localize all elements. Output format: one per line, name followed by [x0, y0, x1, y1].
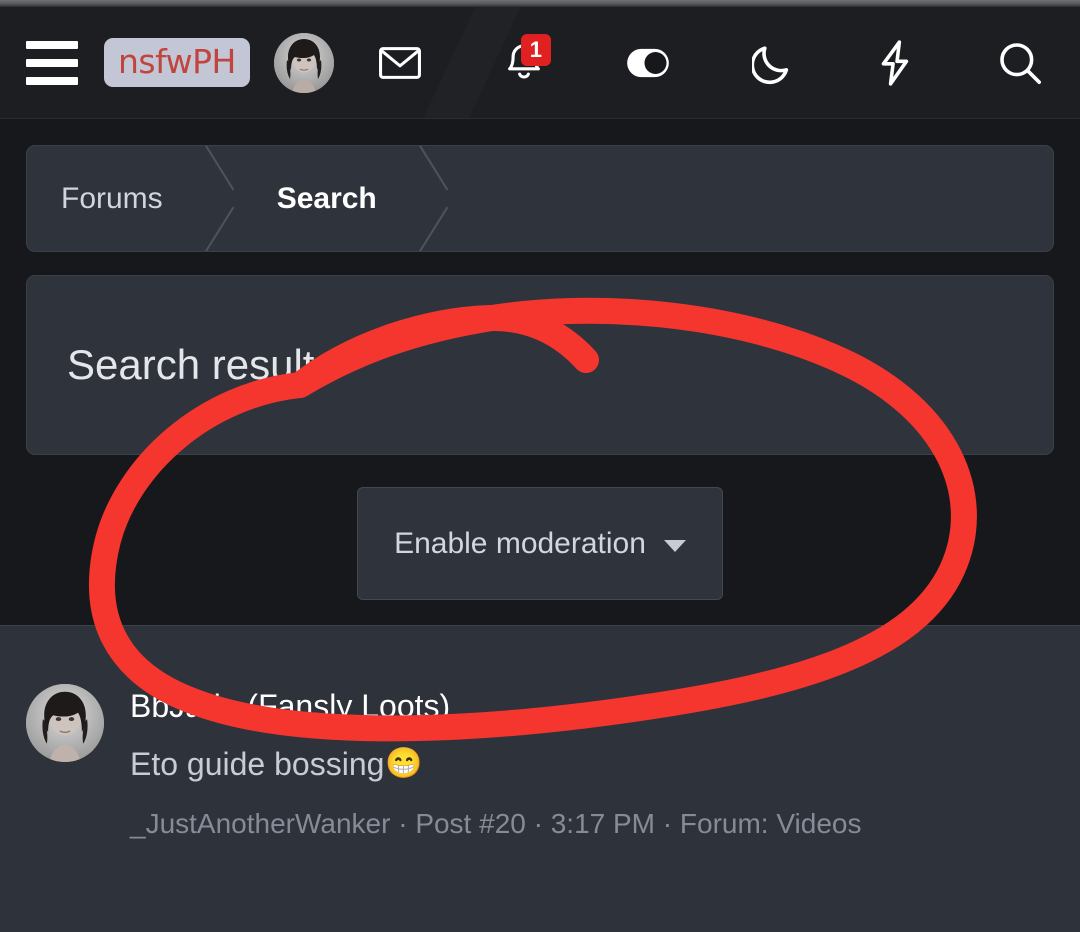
result-snippet: Eto guide bossing 😁	[130, 744, 1054, 784]
breadcrumb-item-search: Search	[243, 146, 411, 251]
mail-glyph	[378, 46, 421, 79]
moderation-row: Enable moderation	[0, 487, 1080, 600]
list-item[interactable]: BbJade (Fansly Loots) Eto guide bossing 😁…	[0, 626, 1080, 842]
result-forum[interactable]: Forum: Videos	[680, 808, 862, 839]
moon-glyph	[751, 45, 789, 84]
browser-chrome-strip	[0, 0, 1080, 7]
meta-separator: ·	[662, 808, 673, 839]
chevron-down-icon	[663, 539, 686, 552]
user-avatar[interactable]	[273, 32, 334, 93]
page-title-panel: Search results	[26, 275, 1054, 455]
meta-separator: ·	[398, 808, 408, 839]
search-results-list: BbJade (Fansly Loots) Eto guide bossing 😁…	[0, 625, 1080, 932]
breadcrumb-label: Forums	[61, 181, 163, 215]
breadcrumb-label: Search	[276, 181, 377, 215]
result-meta: _JustAnotherWanker · Post #20 · 3:17 PM …	[130, 806, 1054, 842]
search-glyph	[1000, 42, 1041, 84]
hamburger-menu-icon[interactable]	[26, 40, 78, 85]
hamburger-bar	[26, 58, 78, 67]
top-navigation-bar: nsfwPH 1	[0, 7, 1080, 119]
breadcrumb-separator-icon	[197, 146, 243, 251]
grinning-face-emoji: 😁	[385, 747, 423, 781]
avatar-image	[273, 32, 334, 93]
list-item-body: BbJade (Fansly Loots) Eto guide bossing 😁…	[130, 684, 1054, 842]
breadcrumb-separator-icon	[411, 146, 457, 251]
result-author[interactable]: _JustAnotherWanker	[130, 808, 390, 839]
result-post-number[interactable]: Post #20	[415, 808, 526, 839]
bolt-icon[interactable]	[868, 35, 924, 91]
breadcrumb: Forums Search	[26, 145, 1054, 252]
result-title[interactable]: BbJade (Fansly Loots)	[130, 686, 1054, 726]
notification-badge: 1	[520, 33, 551, 66]
enable-moderation-label: Enable moderation	[394, 526, 646, 560]
result-time: 3:17 PM	[550, 808, 656, 839]
hamburger-bar	[26, 40, 78, 49]
content-dark-region: Forums Search Search results Enable mode…	[0, 119, 1080, 625]
result-snippet-text: Eto guide bossing	[130, 746, 385, 782]
site-logo[interactable]: nsfwPH	[104, 38, 250, 87]
breadcrumb-item-forums[interactable]: Forums	[27, 146, 197, 251]
moon-icon[interactable]	[744, 35, 800, 91]
bolt-glyph	[881, 39, 909, 86]
hamburger-bar	[26, 76, 78, 85]
search-icon[interactable]	[992, 35, 1048, 91]
contrast-toggle-icon[interactable]	[620, 35, 676, 91]
avatar[interactable]	[26, 684, 104, 762]
site-logo-text: nsfwPH	[118, 42, 236, 81]
page-root: nsfwPH 1 Forums Search Search results En…	[0, 0, 1080, 932]
page-title: Search results	[67, 341, 336, 388]
contrast-glyph	[627, 48, 669, 77]
nav-icon-group: 1	[372, 33, 1054, 91]
mail-icon[interactable]	[372, 35, 428, 91]
meta-separator: ·	[533, 808, 543, 839]
bell-icon[interactable]: 1	[496, 33, 552, 91]
enable-moderation-button[interactable]: Enable moderation	[357, 487, 723, 600]
avatar-image	[26, 684, 104, 762]
